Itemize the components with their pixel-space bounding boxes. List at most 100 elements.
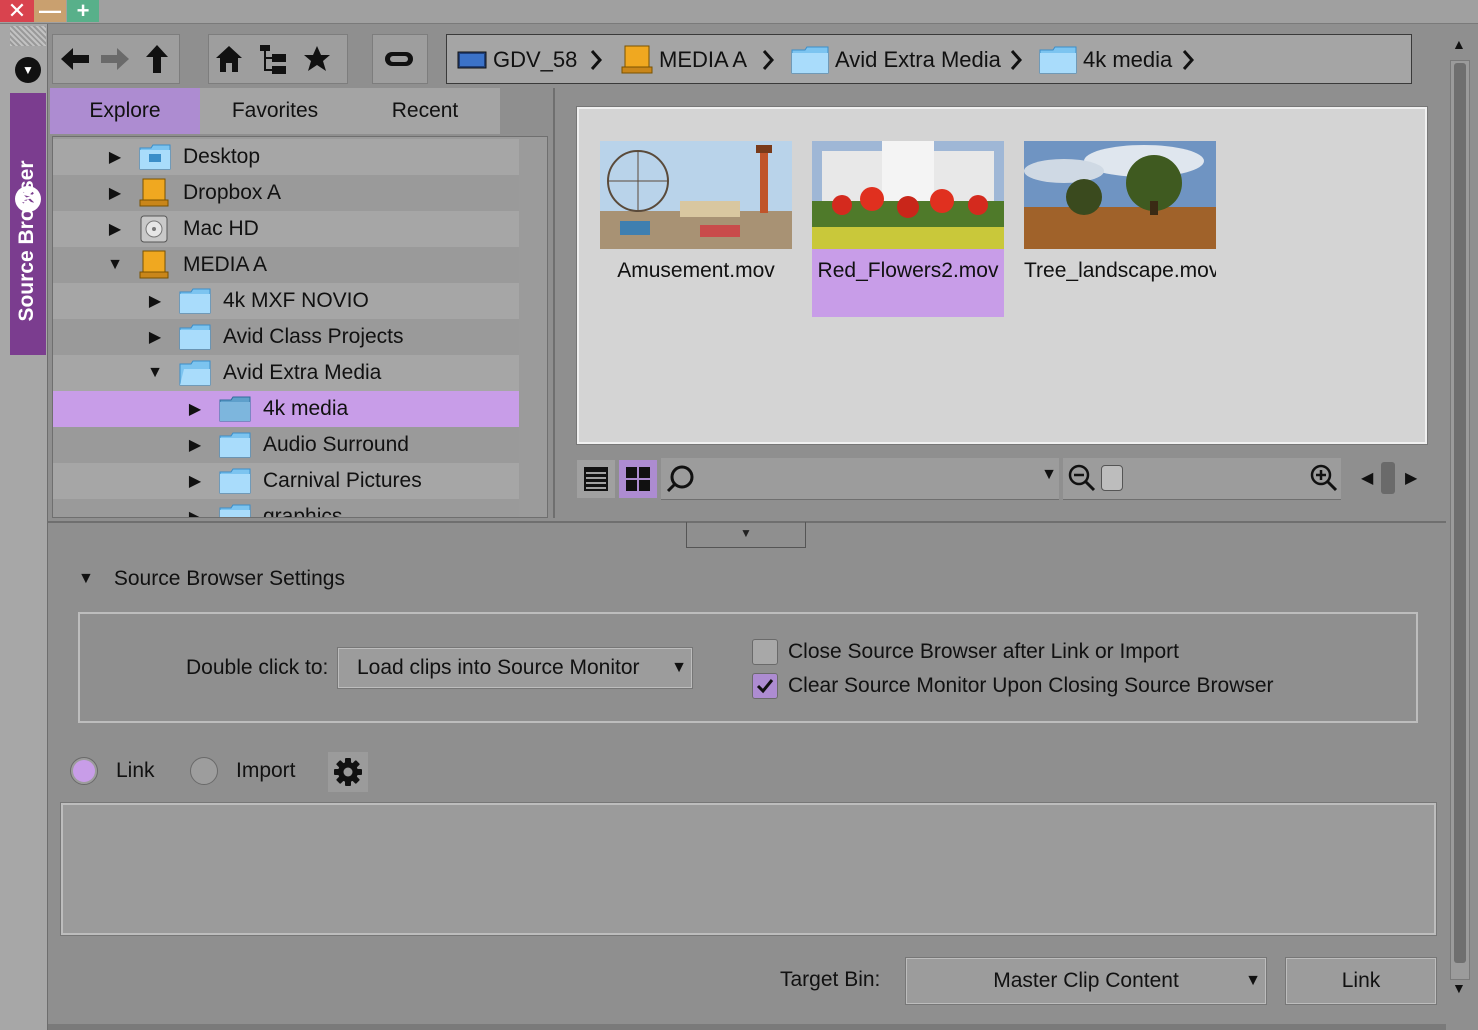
resize-grip[interactable]: [10, 26, 46, 46]
collapse-arrow-icon[interactable]: ▼: [105, 256, 125, 274]
search-input[interactable]: ▼: [661, 458, 1059, 500]
expand-arrow-icon[interactable]: ▶: [145, 327, 165, 347]
forward-icon[interactable]: [95, 35, 135, 83]
zoom-out-icon[interactable]: [1067, 463, 1097, 493]
red-flowers-thumbnail-image: [812, 141, 1004, 249]
tree-item-label: Dropbox A: [183, 181, 282, 204]
double-click-label: Double click to:: [186, 656, 329, 679]
collapse-arrow-icon[interactable]: ▼: [145, 364, 165, 382]
scroll-left-arrow-icon[interactable]: ◀: [1361, 468, 1373, 488]
target-bin-select[interactable]: Master Clip Content ▼: [905, 957, 1267, 1005]
thumbnail-size-slider[interactable]: [1063, 458, 1341, 500]
clip-name: Red_Flowers2.mov: [812, 249, 1004, 317]
list-view-button[interactable]: [577, 460, 615, 498]
collapse-settings-handle[interactable]: ▼: [686, 522, 806, 548]
clear-monitor-checkbox[interactable]: [752, 673, 778, 699]
grid-view-button[interactable]: [619, 460, 657, 498]
collapse-arrow-icon[interactable]: ▼: [78, 570, 94, 588]
expand-arrow-icon[interactable]: ▶: [185, 435, 205, 455]
crumb-avid-extra-media[interactable]: Avid Extra Media: [791, 43, 1001, 77]
expand-arrow-icon[interactable]: ▶: [145, 291, 165, 311]
clip-thumbnail-grid: Amusement.mov Red_Flowers2.mov Tree_land…: [576, 106, 1428, 445]
tree-item-dropbox-a[interactable]: ▶ Dropbox A: [53, 175, 519, 211]
crumb-4k-media[interactable]: 4k media: [1039, 43, 1172, 77]
back-icon[interactable]: [55, 35, 95, 83]
link-radio-label: Link: [116, 759, 155, 782]
expand-arrow-icon[interactable]: ▶: [105, 147, 125, 167]
panel-menu-icon[interactable]: ▼: [15, 57, 41, 83]
window-maximize-button[interactable]: +: [67, 0, 99, 22]
settings-section-header[interactable]: ▼ Source Browser Settings: [78, 564, 345, 594]
tree-item-avid-class-projects[interactable]: ▶ Avid Class Projects: [53, 319, 519, 355]
tree-item-mac-hd[interactable]: ▶ Mac HD: [53, 211, 519, 247]
tab-recent[interactable]: Recent: [350, 88, 500, 134]
chevron-right-icon: [590, 50, 603, 70]
crumb-computer[interactable]: GDV_58: [457, 43, 577, 77]
computer-icon: [457, 51, 487, 69]
clip-thumbnail[interactable]: Amusement.mov: [600, 141, 792, 317]
main-scrollbar[interactable]: ▲ ▼: [1446, 30, 1474, 1000]
link-radio[interactable]: [70, 757, 98, 785]
source-browser-tab[interactable]: ✕ Source Browser: [10, 93, 46, 355]
search-dropdown-icon[interactable]: ▼: [1041, 466, 1057, 484]
target-bin-value: Master Clip Content: [993, 969, 1179, 992]
tree-view-icon[interactable]: [253, 35, 293, 83]
scroll-track[interactable]: [1450, 60, 1470, 980]
import-radio[interactable]: [190, 757, 218, 785]
chevron-right-icon: [1010, 50, 1023, 70]
crumb-label: 4k media: [1083, 47, 1173, 72]
slider-thumb[interactable]: [1101, 465, 1123, 491]
tree-item-4k-mxf-novio[interactable]: ▶ 4k MXF NOVIO: [53, 283, 519, 319]
horizontal-scroll-thumb[interactable]: [1381, 462, 1395, 494]
zoom-in-icon[interactable]: [1309, 463, 1339, 493]
link-button[interactable]: Link: [1285, 957, 1437, 1005]
view-controls: ▼ ◀ ▶: [577, 458, 1427, 500]
close-after-link-checkbox-row[interactable]: Close Source Browser after Link or Impor…: [752, 638, 1179, 666]
dropdown-arrow-icon: ▼: [1245, 972, 1261, 989]
expand-arrow-icon[interactable]: ▶: [105, 219, 125, 239]
settings-gear-button[interactable]: [328, 752, 368, 792]
list-view-icon: [584, 467, 608, 491]
search-icon: [666, 465, 694, 493]
expand-arrow-icon[interactable]: ▶: [185, 471, 205, 491]
crumb-label: Avid Extra Media: [835, 47, 1001, 72]
double-click-value: Load clips into Source Monitor: [357, 656, 640, 679]
close-after-link-checkbox[interactable]: [752, 639, 778, 665]
toggle-icon[interactable]: [379, 35, 419, 83]
scroll-right-arrow-icon[interactable]: ▶: [1405, 468, 1417, 488]
link-radio-row[interactable]: Link: [70, 756, 155, 786]
home-icon[interactable]: [209, 35, 249, 83]
favorite-star-icon[interactable]: [297, 35, 337, 83]
up-icon[interactable]: [137, 35, 177, 83]
drive-icon: [139, 250, 173, 279]
clip-thumbnail[interactable]: Tree_landscape.mov: [1024, 141, 1216, 317]
tree-item-audio-surround[interactable]: ▶ Audio Surround: [53, 427, 519, 463]
window-minimize-button[interactable]: —: [34, 0, 66, 22]
scroll-down-arrow-icon[interactable]: ▼: [1452, 980, 1466, 996]
tree-item-carnival-pictures[interactable]: ▶ Carnival Pictures: [53, 463, 519, 499]
scroll-thumb[interactable]: [1454, 63, 1466, 963]
tree-item-graphics[interactable]: ▶ graphics: [53, 499, 519, 517]
clear-monitor-checkbox-row[interactable]: Clear Source Monitor Upon Closing Source…: [752, 672, 1274, 700]
tree-item-media-a[interactable]: ▼ MEDIA A: [53, 247, 519, 283]
expand-arrow-icon[interactable]: ▶: [185, 507, 205, 517]
expand-arrow-icon[interactable]: ▶: [185, 399, 205, 419]
tree-item-desktop[interactable]: ▶ Desktop: [53, 139, 519, 175]
expand-arrow-icon[interactable]: ▶: [105, 183, 125, 203]
folder-icon: [219, 503, 253, 517]
chevron-right-icon: [1182, 50, 1195, 70]
status-log-area: [60, 802, 1437, 936]
window-close-button[interactable]: ✕: [0, 0, 34, 22]
amusement-thumbnail-image: [600, 141, 792, 249]
tree-item-avid-extra-media[interactable]: ▼ Avid Extra Media: [53, 355, 519, 391]
pane-splitter[interactable]: [553, 88, 555, 518]
tab-explore[interactable]: Explore: [50, 88, 200, 134]
scroll-up-arrow-icon[interactable]: ▲: [1452, 36, 1466, 52]
crumb-media-a[interactable]: MEDIA A: [621, 43, 747, 77]
tree-item-4k-media[interactable]: ▶ 4k media: [53, 391, 519, 427]
clip-thumbnail[interactable]: Red_Flowers2.mov: [812, 141, 1004, 317]
import-radio-row[interactable]: Import: [190, 756, 296, 786]
settings-panel: Double click to: Load clips into Source …: [78, 612, 1418, 723]
double-click-select[interactable]: Load clips into Source Monitor ▼: [337, 647, 693, 689]
tab-favorites[interactable]: Favorites: [200, 88, 350, 134]
